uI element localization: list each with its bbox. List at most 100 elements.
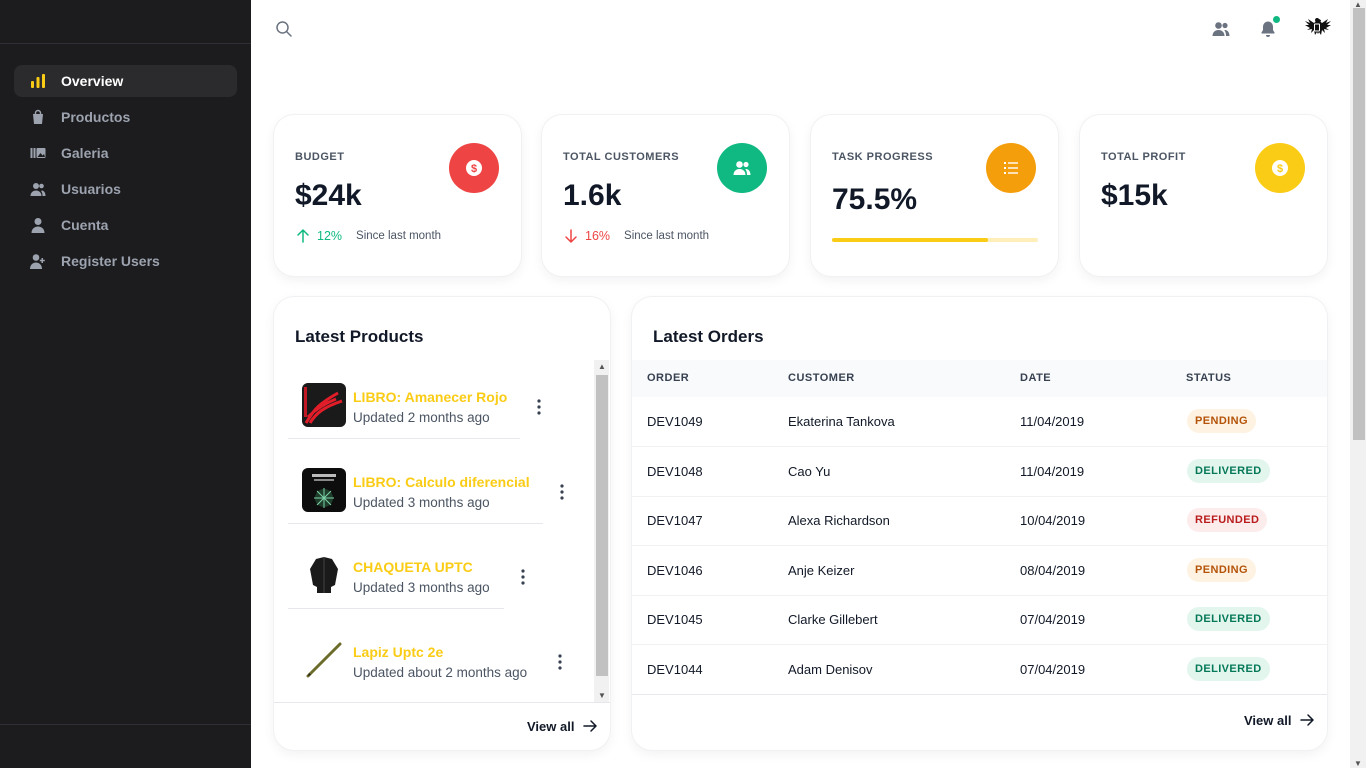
list-item[interactable]: LIBRO: Calculo diferencial Updated 3 mon… — [288, 444, 579, 524]
sidebar-item-overview[interactable]: Overview — [14, 65, 237, 97]
list-item[interactable]: LIBRO: Amanecer Rojo Updated 2 months ag… — [288, 359, 579, 439]
sidebar-item-register-users[interactable]: Register Users — [14, 245, 237, 277]
stat-value: 75.5% — [832, 183, 918, 216]
table-row[interactable]: DEV1047 Alexa Richardson 10/04/2019 REFU… — [632, 496, 1327, 546]
stat-label: TOTAL PROFIT — [1101, 151, 1186, 163]
trend-percent: 12% — [317, 229, 343, 243]
view-all-label: View all — [1244, 712, 1292, 728]
order-date: 11/04/2019 — [1020, 414, 1085, 429]
total-customers-card: TOTAL CUSTOMERS 1.6k 16% Since last mont… — [542, 115, 789, 276]
scroll-down-arrow[interactable]: ▼ — [598, 691, 606, 700]
table-row[interactable]: DEV1048 Cao Yu 11/04/2019 DELIVERED — [632, 447, 1327, 497]
svg-text:$: $ — [471, 163, 477, 175]
product-updated: Updated about 2 months ago — [353, 665, 528, 680]
product-list-scrollbar[interactable]: ▲ ▼ — [594, 360, 609, 702]
stat-value: $15k — [1101, 179, 1168, 212]
budget-card: BUDGET $24k $ 12% Since last month — [274, 115, 521, 276]
sidebar-item-galeria[interactable]: Galeria — [14, 137, 237, 169]
users-icon — [717, 143, 767, 193]
product-name: CHAQUETA UPTC — [353, 559, 473, 575]
order-id: DEV1048 — [647, 464, 703, 479]
trend-since: Since last month — [624, 230, 710, 242]
order-date: 11/04/2019 — [1020, 464, 1085, 479]
card-title: Latest Orders — [653, 327, 764, 346]
order-id: DEV1044 — [647, 662, 703, 677]
task-progress-fill — [832, 238, 988, 242]
status-badge: PENDING — [1187, 558, 1256, 582]
topbar — [251, 0, 1350, 58]
more-vertical-icon[interactable] — [521, 569, 525, 585]
status-badge: DELIVERED — [1187, 657, 1270, 681]
stat-value: 1.6k — [563, 179, 622, 212]
column-header-date[interactable]: DATE — [1020, 372, 1051, 384]
order-date: 07/04/2019 — [1020, 662, 1086, 677]
scrollbar-thumb[interactable] — [596, 375, 608, 676]
scrollbar-thumb[interactable] — [1353, 8, 1365, 440]
sidebar-item-usuarios[interactable]: Usuarios — [14, 173, 237, 205]
trend-percent: 16% — [585, 229, 611, 243]
sidebar-item-productos[interactable]: Productos — [14, 101, 237, 133]
product-updated: Updated 3 months ago — [353, 580, 490, 595]
product-name: LIBRO: Amanecer Rojo — [353, 389, 508, 405]
list-item[interactable]: Lapiz Uptc 2e Updated about 2 months ago — [288, 614, 579, 694]
view-all-orders-button[interactable]: View all — [1244, 712, 1315, 728]
view-all-products-button[interactable]: View all — [527, 718, 598, 734]
scroll-down-arrow[interactable]: ▼ — [1354, 759, 1362, 768]
table-row[interactable]: DEV1044 Adam Denisov 07/04/2019 DELIVERE… — [632, 645, 1327, 695]
task-progress-bar — [832, 238, 1038, 242]
customer-name: Cao Yu — [788, 464, 831, 479]
stat-value: $24k — [295, 179, 362, 212]
status-badge: PENDING — [1187, 409, 1256, 433]
user-icon — [30, 217, 46, 233]
product-name: Lapiz Uptc 2e — [353, 644, 444, 660]
sidebar-bottom-divider — [0, 724, 251, 725]
product-list: LIBRO: Amanecer Rojo Updated 2 months ag… — [274, 359, 610, 701]
more-vertical-icon[interactable] — [560, 484, 564, 500]
table-row[interactable]: DEV1045 Clarke Gillebert 07/04/2019 DELI… — [632, 595, 1327, 645]
page-scrollbar[interactable]: ▲ ▼ — [1350, 0, 1366, 768]
trend-since: Since last month — [356, 230, 442, 242]
shopping-bag-icon — [30, 109, 46, 125]
sidebar-item-cuenta[interactable]: Cuenta — [14, 209, 237, 241]
product-name: LIBRO: Calculo diferencial — [353, 474, 530, 490]
bar-chart-icon — [30, 73, 46, 89]
order-id: DEV1046 — [647, 563, 703, 578]
orders-table-header: ORDER CUSTOMER DATE STATUS — [632, 360, 1327, 397]
total-profit-card: TOTAL PROFIT $15k $ — [1080, 115, 1327, 276]
list-item[interactable]: CHAQUETA UPTC Updated 3 months ago — [288, 529, 579, 609]
sidebar-item-label: Register Users — [61, 253, 160, 269]
table-row[interactable]: DEV1049 Ekaterina Tankova 11/04/2019 PEN… — [632, 397, 1327, 447]
order-id: DEV1049 — [647, 414, 703, 429]
customer-name: Anje Keizer — [788, 563, 855, 578]
avatar[interactable] — [1301, 12, 1333, 44]
more-vertical-icon[interactable] — [537, 399, 541, 415]
trend: 16% Since last month — [563, 228, 709, 244]
product-thumbnail — [302, 638, 346, 682]
dollar-icon: $ — [449, 143, 499, 193]
column-header-status[interactable]: STATUS — [1186, 372, 1231, 384]
eagle-crest-icon — [1301, 12, 1333, 44]
order-id: DEV1047 — [647, 513, 703, 528]
divider — [288, 608, 504, 609]
search-icon[interactable] — [275, 20, 293, 38]
order-id: DEV1045 — [647, 612, 703, 627]
scroll-up-arrow[interactable]: ▲ — [598, 362, 606, 371]
stat-label: TOTAL CUSTOMERS — [563, 151, 680, 163]
arrow-up-icon — [297, 229, 309, 243]
customer-name: Adam Denisov — [788, 662, 873, 677]
more-vertical-icon[interactable] — [558, 654, 562, 670]
order-date: 08/04/2019 — [1020, 563, 1086, 578]
column-header-customer[interactable]: CUSTOMER — [788, 372, 855, 384]
notification-dot — [1273, 16, 1280, 23]
divider — [274, 702, 610, 703]
list-icon — [986, 143, 1036, 193]
status-badge: DELIVERED — [1187, 607, 1270, 631]
users-icon[interactable] — [1211, 19, 1231, 39]
users-icon — [30, 181, 46, 197]
latest-products-card: Latest Products LIBRO: Amanecer Rojo Upd… — [274, 297, 610, 750]
status-badge: DELIVERED — [1187, 459, 1270, 483]
column-header-order[interactable]: ORDER — [647, 372, 689, 384]
table-row[interactable]: DEV1046 Anje Keizer 08/04/2019 PENDING — [632, 546, 1327, 596]
order-date: 07/04/2019 — [1020, 612, 1086, 627]
divider — [632, 694, 1327, 695]
